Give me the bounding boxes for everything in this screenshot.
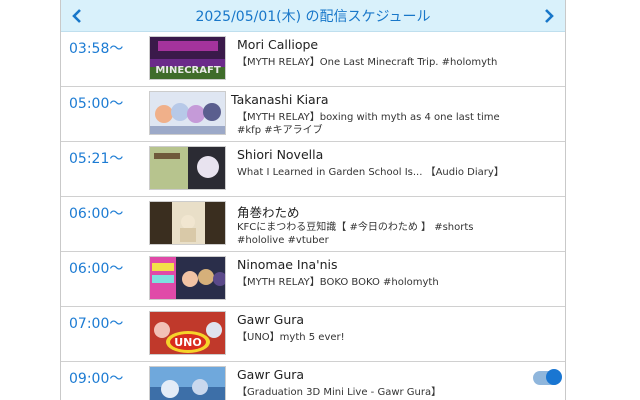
schedule-panel: 2025/05/01(木) の配信スケジュール 03:58〜 MINECRAFT… xyxy=(60,0,566,400)
stream-time: 06:00〜 xyxy=(69,261,124,277)
stream-title[interactable]: KFCにまつわる豆知識【 #今日のわため 】 #shorts #hololive… xyxy=(237,221,507,247)
stream-thumbnail[interactable] xyxy=(149,201,226,245)
stream-title[interactable]: 【MYTH RELAY】boxing with myth as 4 one la… xyxy=(237,111,507,137)
stream-time: 05:21〜 xyxy=(69,151,124,167)
notification-toggle[interactable] xyxy=(533,369,562,385)
schedule-row[interactable]: 05:21〜 Shiori Novella What I Learned in … xyxy=(61,142,565,197)
stream-thumbnail[interactable] xyxy=(149,256,226,300)
stream-title[interactable]: 【Graduation 3D Mini Live - Gawr Gura】 xyxy=(237,386,507,399)
schedule-row[interactable]: 06:00〜 角巻わため KFCにまつわる豆知識【 #今日のわため 】 #sho… xyxy=(61,197,565,252)
stream-thumbnail[interactable]: MINECRAFT xyxy=(149,36,226,80)
streamer-name[interactable]: Shiori Novella xyxy=(237,147,323,162)
stream-thumbnail[interactable] xyxy=(149,366,226,400)
stream-time: 06:00〜 xyxy=(69,206,124,222)
toggle-knob xyxy=(546,369,562,385)
thumbnail-text: MINECRAFT xyxy=(155,65,220,76)
chevron-left-icon[interactable] xyxy=(69,8,85,24)
chevron-right-icon[interactable] xyxy=(541,8,557,24)
stream-thumbnail[interactable] xyxy=(149,91,226,135)
stream-thumbnail[interactable] xyxy=(149,146,226,190)
schedule-row[interactable]: 06:00〜 Ninomae Ina'nis 【MYTH RELAY】BOKO … xyxy=(61,252,565,307)
schedule-row[interactable]: 03:58〜 MINECRAFT Mori Calliope 【MYTH REL… xyxy=(61,32,565,87)
stream-time: 05:00〜 xyxy=(69,96,124,112)
stream-title[interactable]: 【MYTH RELAY】BOKO BOKO #holomyth xyxy=(237,276,507,289)
thumbnail-text: UNO xyxy=(174,336,202,349)
stream-time: 07:00〜 xyxy=(69,316,124,332)
schedule-row[interactable]: 09:00〜 Gawr Gura 【Graduation 3D Mini Liv… xyxy=(61,362,565,400)
page-title: 2025/05/01(木) の配信スケジュール xyxy=(195,8,431,25)
stream-time: 09:00〜 xyxy=(69,371,124,387)
stream-title[interactable]: What I Learned in Garden School Is... 【A… xyxy=(237,166,507,179)
streamer-name[interactable]: Takanashi Kiara xyxy=(231,92,329,107)
stream-title[interactable]: 【MYTH RELAY】One Last Minecraft Trip. #ho… xyxy=(237,56,507,69)
streamer-name[interactable]: Gawr Gura xyxy=(237,312,304,327)
schedule-row[interactable]: 07:00〜 UNO Gawr Gura 【UNO】myth 5 ever! xyxy=(61,307,565,362)
streamer-name[interactable]: 角巻わため xyxy=(237,202,300,221)
stream-time: 03:58〜 xyxy=(69,41,124,57)
streamer-name[interactable]: Ninomae Ina'nis xyxy=(237,257,338,272)
streamer-name[interactable]: Gawr Gura xyxy=(237,367,304,382)
schedule-row[interactable]: 05:00〜 Takanashi Kiara 【MYTH RELAY】boxin… xyxy=(61,87,565,142)
stream-title[interactable]: 【UNO】myth 5 ever! xyxy=(237,331,507,344)
schedule-header: 2025/05/01(木) の配信スケジュール xyxy=(61,0,565,32)
streamer-name[interactable]: Mori Calliope xyxy=(237,37,318,52)
stream-thumbnail[interactable]: UNO xyxy=(149,311,226,355)
